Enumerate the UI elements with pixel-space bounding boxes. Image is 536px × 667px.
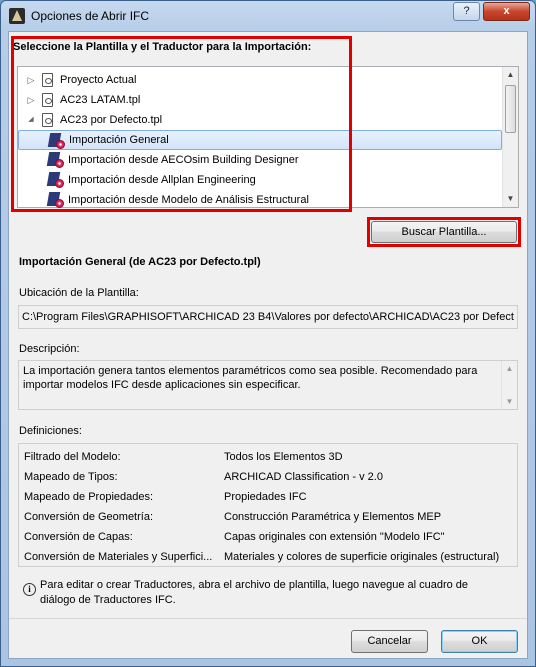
description-scrollbar[interactable]: ▲ ▼	[501, 361, 517, 409]
info-note: Para editar o crear Traductores, abra el…	[40, 578, 468, 608]
ok-button[interactable]: OK	[441, 630, 518, 653]
dialog-window: Opciones de Abrir IFC ? x Seleccione la …	[0, 0, 536, 667]
definition-name: Filtrado del Modelo:	[24, 451, 121, 463]
definition-name: Mapeado de Tipos:	[24, 471, 118, 483]
info-icon: i	[23, 583, 36, 596]
info-note-line: diálogo de Traductores IFC.	[40, 594, 176, 606]
close-button[interactable]: x	[483, 2, 530, 21]
definition-name: Mapeado de Propiedades:	[24, 491, 154, 503]
description-label: Descripción:	[19, 343, 80, 355]
help-button[interactable]: ?	[453, 2, 480, 21]
definitions-box: Filtrado del Modelo: Todos los Elementos…	[18, 443, 518, 567]
definition-value: ARCHICAD Classification - v 2.0	[224, 471, 383, 483]
definition-value: Propiedades IFC	[224, 491, 307, 503]
info-note-line: Para editar o crear Traductores, abra el…	[40, 579, 469, 591]
definition-name: Conversión de Capas:	[24, 531, 133, 543]
highlight-browse-button	[367, 217, 521, 247]
footer-divider	[9, 618, 527, 619]
template-location-field: C:\Program Files\GRAPHISOFT\ARCHICAD 23 …	[18, 305, 518, 329]
highlight-template-area	[11, 36, 352, 212]
description-box: La importación genera tantos elementos p…	[18, 360, 518, 410]
selected-translator-title: Importación General (de AC23 por Defecto…	[19, 256, 261, 268]
window-title: Opciones de Abrir IFC	[31, 9, 150, 23]
scroll-down-arrow-icon[interactable]: ▼	[503, 191, 518, 206]
scroll-up-arrow-icon[interactable]: ▲	[503, 67, 518, 82]
scroll-up-arrow-icon[interactable]: ▲	[502, 361, 517, 376]
definition-name: Conversión de Materiales y Superfici...	[24, 551, 213, 563]
tree-scrollbar[interactable]: ▲ ▼	[502, 67, 518, 207]
cancel-button[interactable]: Cancelar	[351, 630, 428, 653]
description-text: La importación genera tantos elementos p…	[23, 365, 478, 391]
definition-name: Conversión de Geometría:	[24, 511, 154, 523]
definition-value: Capas originales con extensión "Modelo I…	[224, 531, 445, 543]
dialog-client-area: Seleccione la Plantilla y el Traductor p…	[8, 31, 528, 659]
definitions-label: Definiciones:	[19, 425, 82, 437]
definition-value: Construcción Paramétrica y Elementos MEP	[224, 511, 442, 523]
definition-value: Todos los Elementos 3D	[224, 451, 343, 463]
title-bar[interactable]: Opciones de Abrir IFC ? x	[1, 1, 535, 31]
archicad-app-icon	[9, 8, 25, 24]
location-label: Ubicación de la Plantilla:	[19, 287, 139, 299]
definition-value: Materiales y colores de superficie origi…	[224, 551, 500, 563]
scroll-thumb[interactable]	[505, 85, 516, 133]
scroll-down-arrow-icon[interactable]: ▼	[502, 394, 517, 409]
